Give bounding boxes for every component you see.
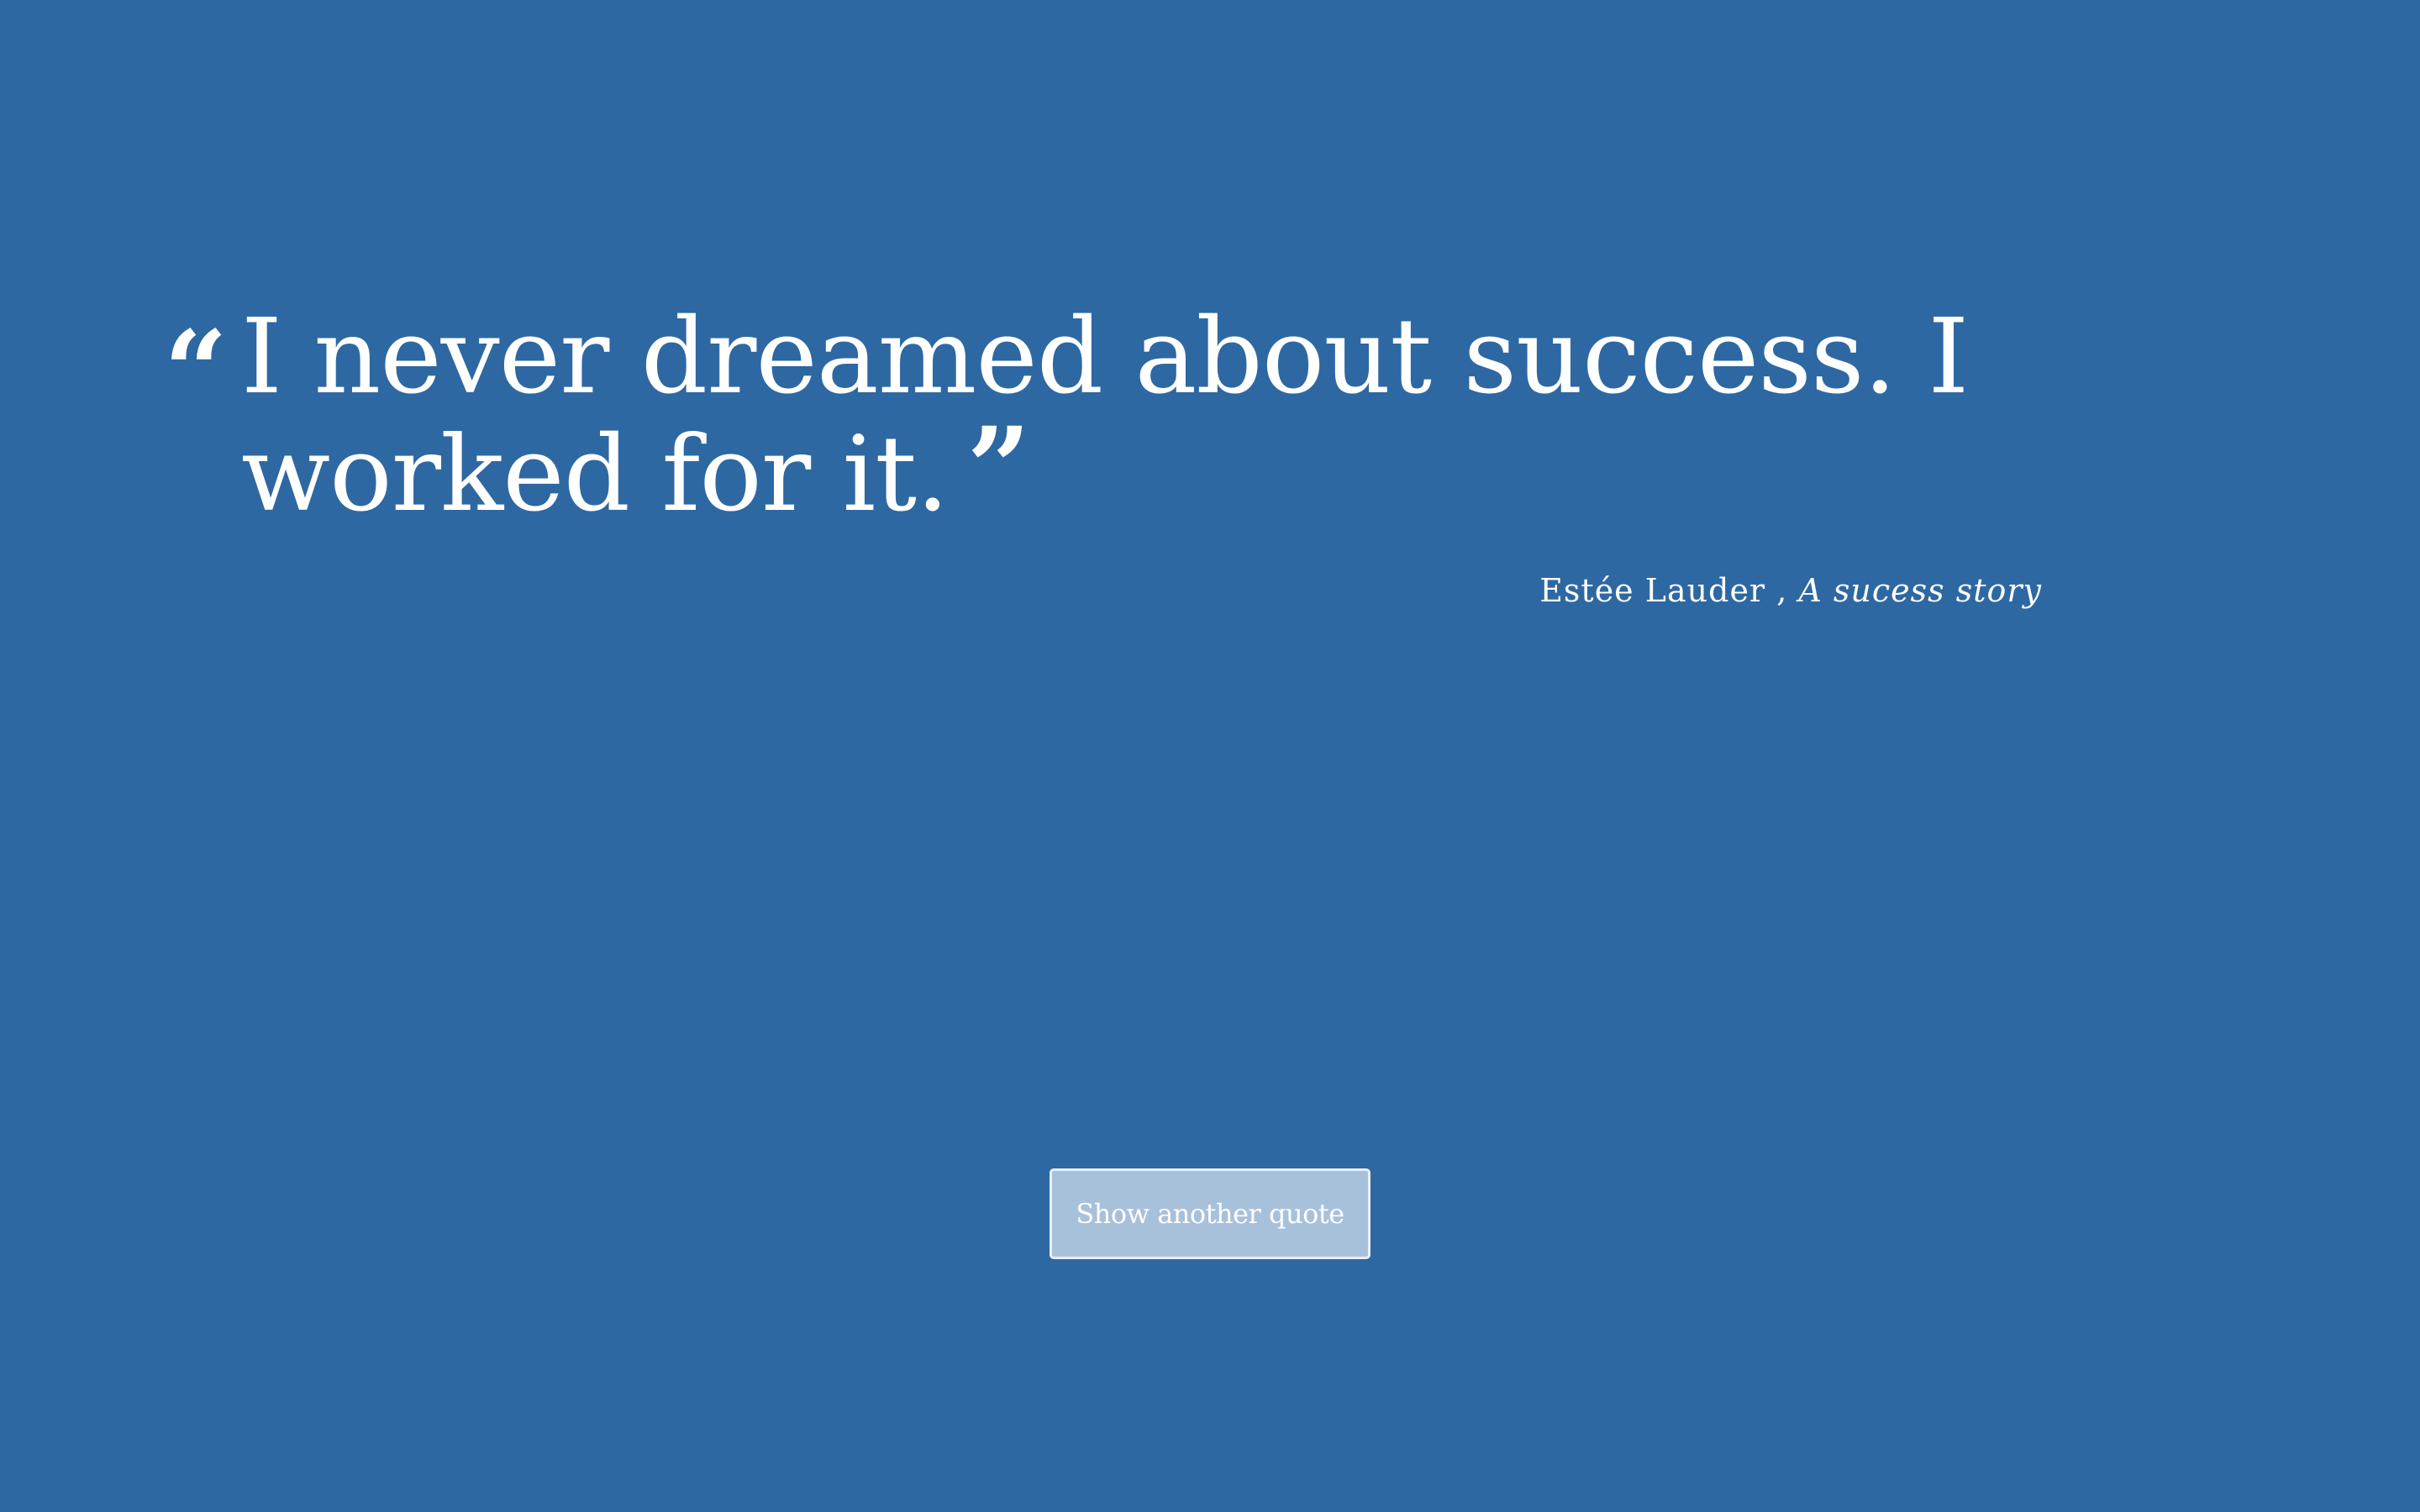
show-another-quote-button[interactable]: Show another quote: [1050, 1168, 1370, 1259]
quote-author: Estée Lauder: [1539, 572, 1766, 609]
attribution-separator: ,: [1765, 572, 1799, 609]
quote-attribution: Estée Lauder , A sucess story: [1539, 567, 2042, 614]
quote-text-container: I never dreamed about success. I worked …: [164, 298, 2054, 533]
quote-block: “ I never dreamed about success. I worke…: [164, 298, 2054, 533]
close-quote-icon: ”: [966, 403, 1031, 533]
quote-source: A sucess story: [1798, 572, 2042, 609]
quote-text: I never dreamed about success. I worked …: [241, 297, 1969, 535]
